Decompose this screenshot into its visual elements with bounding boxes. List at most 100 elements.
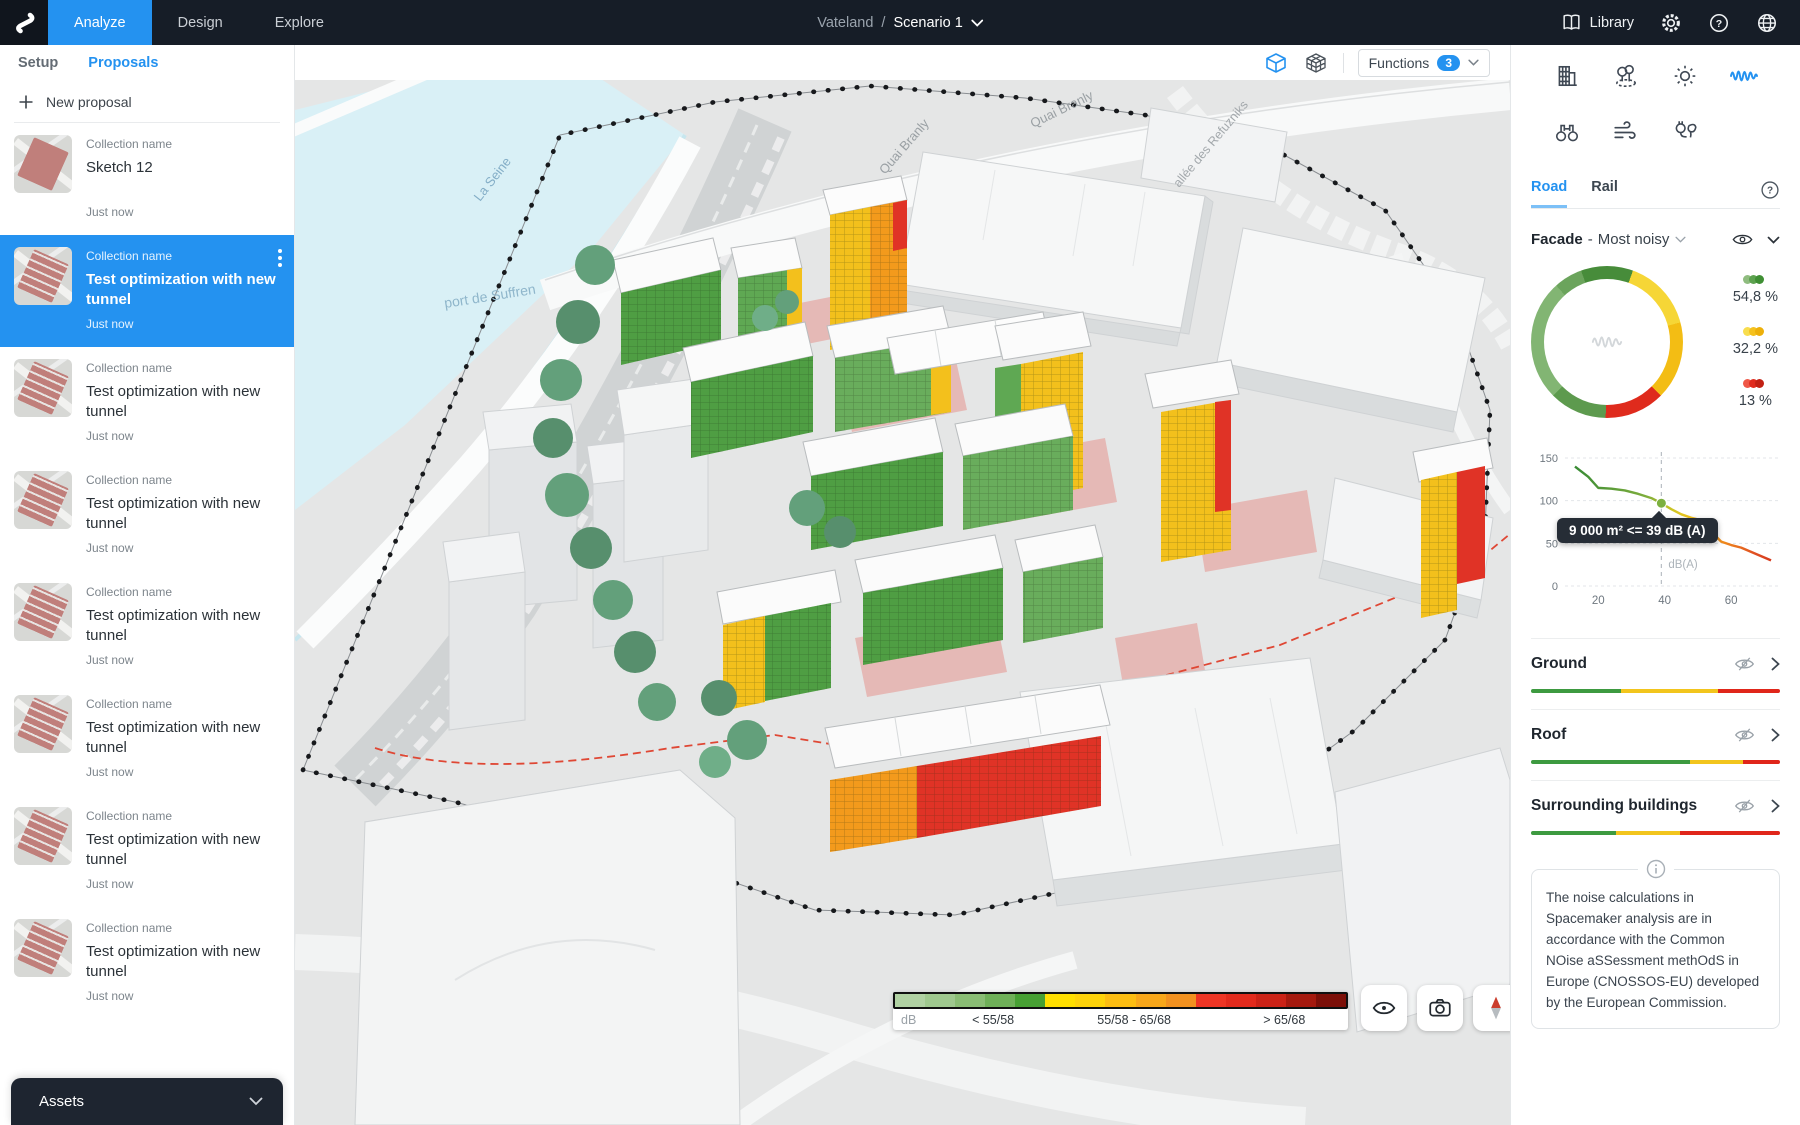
proposal-card[interactable]: Collection name Test optimization with n… bbox=[0, 683, 294, 795]
db-color-segment bbox=[985, 994, 1015, 1007]
proposal-card[interactable]: Collection name Test optimization with n… bbox=[0, 459, 294, 571]
section-surrounding-row[interactable]: Surrounding buildings bbox=[1531, 797, 1780, 815]
distribution-segment bbox=[1718, 689, 1780, 693]
donut-center bbox=[1544, 279, 1670, 405]
proposal-collection: Collection name bbox=[86, 921, 280, 935]
new-proposal-button[interactable]: New proposal bbox=[0, 80, 294, 122]
donut-legend-item: 13 % bbox=[1733, 379, 1778, 409]
tab-road[interactable]: Road bbox=[1531, 179, 1567, 208]
db-color-segment bbox=[895, 994, 925, 1007]
library-button[interactable]: Library bbox=[1561, 13, 1634, 32]
distribution-segment bbox=[1616, 831, 1681, 835]
svg-text:20: 20 bbox=[1592, 595, 1605, 607]
proposal-time: Just now bbox=[86, 877, 280, 895]
db-range-low: < 55/58 bbox=[939, 1013, 1048, 1027]
proposal-time: Just now bbox=[86, 317, 280, 335]
facade-visibility-icon[interactable] bbox=[1732, 232, 1753, 247]
tab-proposals[interactable]: Proposals bbox=[88, 55, 158, 71]
vegetation-tool-icon[interactable] bbox=[1611, 61, 1641, 91]
db-range-high: > 65/68 bbox=[1221, 1013, 1348, 1027]
views-tool-icon[interactable] bbox=[1552, 117, 1582, 147]
section-title: Surrounding buildings bbox=[1531, 797, 1697, 815]
chevron-down-icon bbox=[249, 1097, 263, 1106]
panel-help-button[interactable]: ? bbox=[1760, 180, 1780, 200]
wind-tool-icon[interactable] bbox=[1611, 117, 1641, 147]
proposal-card[interactable]: Collection name Test optimization with n… bbox=[0, 907, 294, 1019]
proposal-time: Just now bbox=[86, 541, 280, 559]
db-color-segment bbox=[1166, 994, 1196, 1007]
eye-off-icon[interactable] bbox=[1734, 798, 1755, 814]
proposal-title: Test optimization with new tunnel bbox=[86, 494, 280, 535]
eye-off-icon[interactable] bbox=[1734, 656, 1755, 672]
screenshot-button[interactable] bbox=[1417, 985, 1463, 1031]
help-icon: ? bbox=[1760, 180, 1780, 200]
distribution-segment bbox=[1743, 760, 1780, 764]
db-color-segment bbox=[1136, 994, 1166, 1007]
db-colorbar bbox=[893, 992, 1348, 1009]
legend-pill bbox=[1746, 379, 1764, 388]
kebab-menu-icon[interactable] bbox=[278, 249, 282, 267]
surrounding-distribution-bar bbox=[1531, 831, 1780, 835]
nav-tab-explore[interactable]: Explore bbox=[249, 0, 350, 45]
section-title: Roof bbox=[1531, 726, 1566, 744]
modules-view-button[interactable] bbox=[1303, 50, 1329, 76]
svg-text:?: ? bbox=[1767, 185, 1773, 196]
primary-nav: Analyze Design Explore bbox=[48, 0, 350, 45]
tab-rail[interactable]: Rail bbox=[1591, 179, 1618, 208]
noise-area-line-chart: 050100150204060dB(A) 9 000 m² <= 39 dB (… bbox=[1531, 444, 1787, 622]
proposal-title: Test optimization with new tunnel bbox=[86, 942, 280, 983]
proposal-thumbnail bbox=[14, 135, 72, 193]
noise-source-tabs: Road Rail ? bbox=[1531, 179, 1780, 209]
section-surrounding-buildings: Surrounding buildings bbox=[1531, 780, 1780, 835]
nav-tab-design[interactable]: Design bbox=[152, 0, 249, 45]
proposal-card[interactable]: Collection name Test optimization with n… bbox=[0, 795, 294, 907]
distribution-segment bbox=[1531, 831, 1616, 835]
proposal-time: Just now bbox=[86, 429, 280, 447]
assets-bar[interactable]: Assets bbox=[11, 1078, 283, 1125]
tab-setup[interactable]: Setup bbox=[18, 55, 58, 71]
spacemaker-logo[interactable] bbox=[0, 0, 48, 45]
proposal-card[interactable]: Collection name Sketch 12 Just now bbox=[0, 123, 294, 235]
chevron-right-icon[interactable] bbox=[1771, 657, 1780, 671]
buildings-tool-icon[interactable] bbox=[1552, 61, 1582, 91]
distribution-segment bbox=[1531, 760, 1690, 764]
breadcrumb-separator: / bbox=[881, 15, 885, 31]
proposal-card[interactable]: Collection name Test optimization with n… bbox=[0, 347, 294, 459]
noise-tool-icon[interactable] bbox=[1729, 61, 1759, 91]
breadcrumb[interactable]: Vateland / Scenario 1 bbox=[817, 0, 983, 45]
solid-view-button[interactable] bbox=[1263, 50, 1289, 76]
legend-pill bbox=[1746, 275, 1764, 284]
language-button[interactable] bbox=[1756, 12, 1778, 34]
db-unit-label: dB bbox=[893, 1013, 939, 1027]
svg-text:dB(A): dB(A) bbox=[1668, 559, 1698, 571]
db-color-segment bbox=[1226, 994, 1256, 1007]
proposal-card[interactable]: Collection name Test optimization with n… bbox=[0, 235, 294, 347]
compass-button[interactable] bbox=[1473, 985, 1510, 1031]
section-title: Ground bbox=[1531, 655, 1587, 673]
map-viewport[interactable]: La Seine port de Suffren Quai Branly Qua… bbox=[295, 80, 1510, 1125]
collapse-chevron-icon[interactable] bbox=[1767, 236, 1780, 244]
proposal-thumbnail bbox=[14, 583, 72, 641]
chevron-right-icon[interactable] bbox=[1771, 728, 1780, 742]
functions-dropdown[interactable]: Functions 3 bbox=[1358, 49, 1490, 77]
view-toolbar: Functions 3 bbox=[295, 45, 1510, 80]
sun-tool-icon[interactable] bbox=[1670, 61, 1700, 91]
section-ground-row[interactable]: Ground bbox=[1531, 655, 1780, 673]
settings-button[interactable] bbox=[1660, 12, 1682, 34]
eye-off-icon[interactable] bbox=[1734, 727, 1755, 743]
assets-label: Assets bbox=[39, 1093, 84, 1110]
proposal-thumbnail bbox=[14, 247, 72, 305]
proposal-time: Just now bbox=[86, 989, 280, 1007]
nav-tab-analyze[interactable]: Analyze bbox=[48, 0, 152, 45]
section-roof-row[interactable]: Roof bbox=[1531, 726, 1780, 744]
proposal-collection: Collection name bbox=[86, 249, 280, 263]
chevron-down-icon[interactable] bbox=[1675, 236, 1686, 243]
top-navbar: Analyze Design Explore Vateland / Scenar… bbox=[0, 0, 1800, 45]
chevron-right-icon[interactable] bbox=[1771, 799, 1780, 813]
visibility-button[interactable] bbox=[1361, 985, 1407, 1031]
proposal-thumbnail bbox=[14, 807, 72, 865]
energy-tool-icon[interactable] bbox=[1670, 117, 1700, 147]
proposal-card[interactable]: Collection name Test optimization with n… bbox=[0, 571, 294, 683]
help-button[interactable]: ? bbox=[1708, 12, 1730, 34]
help-icon: ? bbox=[1708, 12, 1730, 34]
